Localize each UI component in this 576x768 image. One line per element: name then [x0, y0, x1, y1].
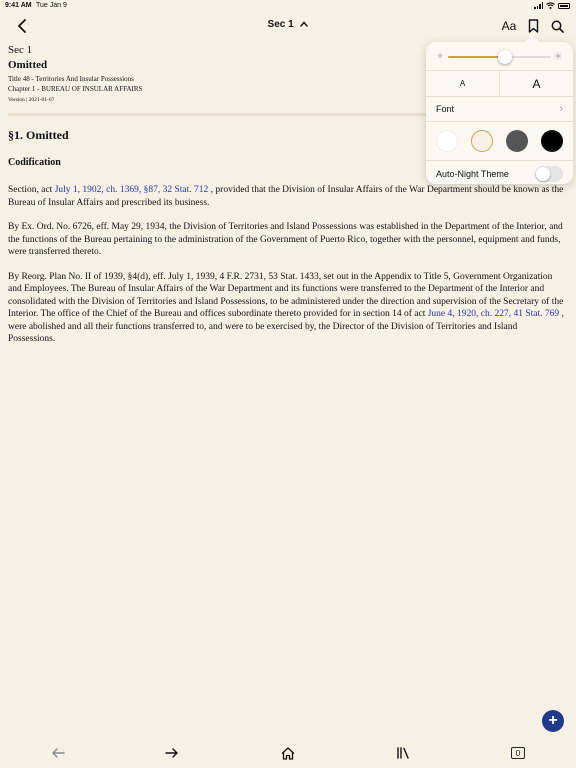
navigation-bar: Sec 1 Aa	[0, 12, 576, 40]
theme-row	[426, 122, 573, 160]
display-settings-popover: ☀ ☀ A A Font › Auto-Night Theme	[426, 42, 573, 184]
home-button[interactable]	[278, 744, 298, 762]
theme-swatch-black[interactable]	[540, 130, 563, 152]
section-title-button[interactable]: Sec 1	[0, 19, 576, 30]
battery-icon	[558, 2, 570, 9]
library-icon	[397, 747, 409, 759]
cellular-signal-icon	[534, 2, 543, 9]
increase-text-size-button[interactable]: A	[500, 71, 573, 96]
paragraph-2: By Ex. Ord. No. 6726, eff. May 29, 1934,…	[8, 222, 563, 257]
text-size-row: A A	[426, 71, 573, 96]
paragraph-3: By Reorg. Plan No. II of 1939, §4(d), ef…	[8, 271, 564, 346]
search-icon	[551, 20, 564, 33]
status-time: 9:41 AM	[5, 2, 32, 9]
search-button[interactable]	[548, 17, 566, 35]
brightness-row: ☀ ☀	[426, 42, 573, 70]
status-bar: 9:41 AM Tue Jan 9	[0, 0, 576, 12]
wifi-icon	[546, 2, 555, 9]
auto-night-row: Auto-Night Theme	[426, 161, 573, 187]
brightness-slider[interactable]	[448, 50, 551, 64]
toolbar-right: Aa	[500, 17, 566, 35]
system-indicators	[534, 2, 570, 9]
history-forward-button[interactable]	[162, 744, 182, 762]
theme-swatch-gray[interactable]	[505, 130, 528, 152]
paragraph-text: Section, act	[8, 185, 55, 195]
bottom-toolbar: 0	[0, 740, 576, 766]
arrow-left-icon	[52, 748, 65, 758]
font-settings-button[interactable]: Aa	[500, 17, 518, 35]
font-menu-row[interactable]: Font ›	[426, 97, 573, 121]
library-button[interactable]	[393, 744, 413, 762]
tab-count: 0	[511, 747, 525, 759]
theme-swatch-sepia[interactable]	[471, 130, 494, 152]
chevron-right-icon: ›	[559, 103, 563, 115]
chevron-up-icon	[300, 21, 309, 27]
brightness-low-icon: ☀	[436, 51, 445, 61]
arrow-right-icon	[165, 748, 178, 758]
plus-icon: +	[548, 712, 558, 729]
add-button[interactable]: +	[542, 710, 564, 732]
bookmark-button[interactable]	[524, 17, 542, 35]
brightness-thumb[interactable]	[497, 50, 512, 64]
citation-link[interactable]: July 1, 1902, ch. 1369, §87, 32 Stat. 71…	[55, 185, 209, 195]
citation-link[interactable]: June 4, 1920, ch. 227, 41 Stat. 769	[428, 309, 559, 319]
auto-night-label: Auto-Night Theme	[436, 169, 509, 179]
decrease-text-size-button[interactable]: A	[426, 71, 500, 96]
bookmark-icon	[528, 19, 538, 33]
theme-swatch-white[interactable]	[436, 130, 459, 152]
brightness-fill	[448, 56, 505, 58]
paragraph-1: Section, act July 1, 1902, ch. 1369, §87…	[8, 184, 564, 209]
section-title: Sec 1	[267, 19, 294, 30]
brightness-high-icon: ☀	[553, 51, 563, 63]
tabs-button[interactable]: 0	[508, 744, 528, 762]
history-back-button[interactable]	[48, 744, 68, 762]
font-label: Font	[436, 104, 455, 114]
auto-night-toggle[interactable]	[535, 166, 563, 182]
toggle-knob	[536, 167, 550, 181]
home-icon	[281, 746, 295, 760]
status-date: Tue Jan 9	[36, 2, 67, 9]
